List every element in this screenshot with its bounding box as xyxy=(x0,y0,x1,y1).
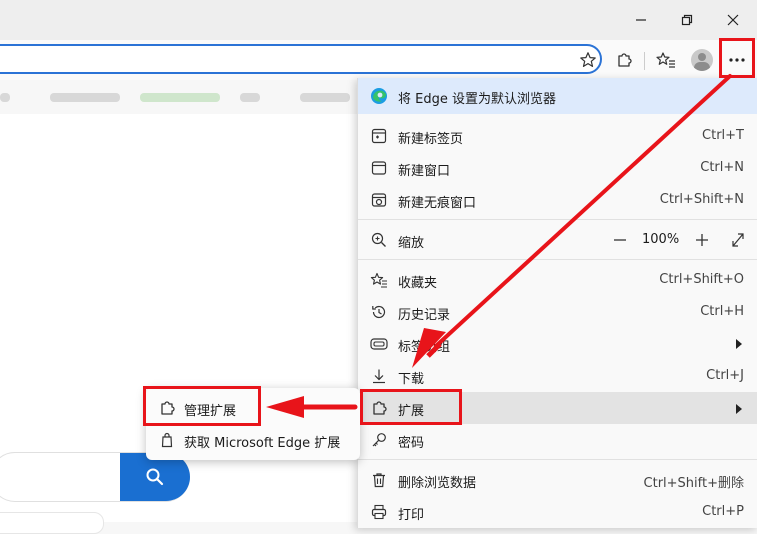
fullscreen-button[interactable] xyxy=(730,231,746,249)
address-bar[interactable] xyxy=(0,44,602,74)
get-extensions-item[interactable]: 获取 Microsoft Edge 扩展 xyxy=(146,424,360,456)
inprivate-shortcut: Ctrl+Shift+N xyxy=(659,192,744,207)
new-tab-label: 新建标签页 xyxy=(398,132,464,147)
chevron-right-icon xyxy=(736,338,742,353)
annotation-box-extensions xyxy=(360,389,462,425)
annotation-box-more-button xyxy=(719,38,755,78)
minimize-button[interactable] xyxy=(626,6,656,34)
blurred-favorite xyxy=(0,93,10,102)
key-icon xyxy=(370,431,388,449)
favorites-label: 收藏夹 xyxy=(398,276,438,291)
restore-icon xyxy=(681,14,693,26)
inprivate-label: 新建无痕窗口 xyxy=(398,196,477,211)
menu-item-favorites[interactable]: 收藏夹 Ctrl+Shift+O xyxy=(358,264,757,296)
menu-item-print[interactable]: 打印 Ctrl+P xyxy=(358,496,757,528)
new-window-shortcut: Ctrl+N xyxy=(700,160,744,175)
history-label: 历史记录 xyxy=(398,308,451,323)
minimize-icon xyxy=(636,19,646,21)
menu-divider xyxy=(358,219,757,220)
print-shortcut: Ctrl+P xyxy=(702,504,744,519)
avatar xyxy=(691,49,713,71)
favorites-list-icon xyxy=(656,52,675,68)
trash-icon xyxy=(370,471,388,489)
close-button[interactable] xyxy=(718,6,748,34)
menu-divider xyxy=(358,459,757,460)
fullscreen-icon xyxy=(732,233,744,247)
menu-item-inprivate[interactable]: 新建无痕窗口 Ctrl+Shift+N xyxy=(358,184,757,216)
history-icon xyxy=(370,303,388,321)
tab-groups-label: 标签页组 xyxy=(398,340,451,355)
close-icon xyxy=(727,14,739,26)
page-element xyxy=(0,512,104,534)
set-default-banner[interactable]: 将 Edge 设置为默认浏览器 xyxy=(358,78,757,114)
menu-item-passwords[interactable]: 密码 xyxy=(358,424,757,456)
new-tab-shortcut: Ctrl+T xyxy=(702,128,744,143)
star-icon xyxy=(580,52,596,67)
new-tab-icon xyxy=(370,127,388,145)
shopping-bag-icon xyxy=(158,431,176,449)
zoom-icon xyxy=(370,231,388,249)
restore-button[interactable] xyxy=(672,6,702,34)
zoom-out-button[interactable] xyxy=(612,230,628,250)
new-window-icon xyxy=(370,159,388,177)
print-icon xyxy=(370,503,388,521)
chevron-right-icon xyxy=(736,403,742,418)
menu-item-zoom: 缩放 100% xyxy=(358,224,757,256)
menu-item-clear-data[interactable]: 删除浏览数据 Ctrl+Shift+删除 xyxy=(358,464,757,496)
tab-groups-icon xyxy=(370,335,388,353)
passwords-label: 密码 xyxy=(398,436,425,451)
plus-icon xyxy=(696,234,708,246)
favorites-shortcut: Ctrl+Shift+O xyxy=(659,272,744,287)
favorites-toolbar-button[interactable] xyxy=(654,48,678,72)
profile-button[interactable] xyxy=(690,48,714,72)
toolbar-divider xyxy=(644,52,645,70)
menu-item-history[interactable]: 历史记录 Ctrl+H xyxy=(358,296,757,328)
settings-menu: 将 Edge 设置为默认浏览器 新建标签页 Ctrl+T 新建窗口 Ctrl+N… xyxy=(357,78,757,528)
puzzle-icon xyxy=(618,53,632,67)
search-button[interactable] xyxy=(120,453,190,501)
menu-divider xyxy=(358,259,757,260)
downloads-shortcut: Ctrl+J xyxy=(706,368,744,383)
menu-item-tab-groups[interactable]: 标签页组 xyxy=(358,328,757,360)
browser-toolbar xyxy=(0,40,757,80)
menu-item-downloads[interactable]: 下载 Ctrl+J xyxy=(358,360,757,392)
minus-icon xyxy=(614,239,626,241)
clear-data-shortcut: Ctrl+Shift+删除 xyxy=(643,476,744,491)
favorites-icon xyxy=(370,271,388,289)
blurred-favorite xyxy=(300,93,350,102)
zoom-in-button[interactable] xyxy=(694,230,710,250)
download-icon xyxy=(370,367,388,385)
zoom-label: 缩放 xyxy=(398,236,425,251)
clear-data-label: 删除浏览数据 xyxy=(398,476,477,491)
blurred-favorite xyxy=(240,93,260,102)
zoom-value: 100% xyxy=(642,232,680,247)
print-label: 打印 xyxy=(398,508,425,523)
search-icon xyxy=(146,468,164,486)
favorite-star-button[interactable] xyxy=(576,48,600,72)
edge-logo-icon xyxy=(370,87,388,105)
new-window-label: 新建窗口 xyxy=(398,164,451,179)
menu-item-new-tab[interactable]: 新建标签页 Ctrl+T xyxy=(358,120,757,152)
title-bar xyxy=(0,0,757,40)
extensions-toolbar-button[interactable] xyxy=(612,48,636,72)
set-default-label: 将 Edge 设置为默认浏览器 xyxy=(398,92,556,107)
blurred-favorite xyxy=(50,93,120,102)
get-extensions-label: 获取 Microsoft Edge 扩展 xyxy=(184,436,341,451)
annotation-box-manage-extensions xyxy=(143,386,261,426)
blurred-favorite xyxy=(140,93,220,102)
history-shortcut: Ctrl+H xyxy=(700,304,744,319)
inprivate-icon xyxy=(370,191,388,209)
downloads-label: 下载 xyxy=(398,372,425,387)
menu-item-new-window[interactable]: 新建窗口 Ctrl+N xyxy=(358,152,757,184)
